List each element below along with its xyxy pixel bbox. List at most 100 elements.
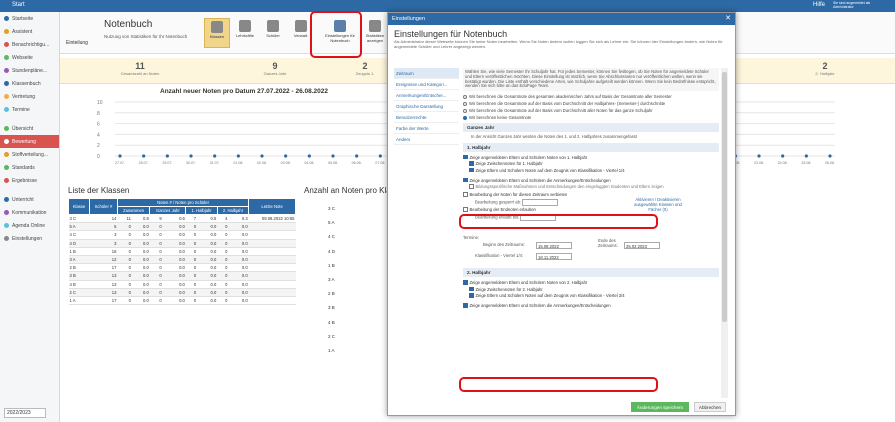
table-row[interactable]: 2 C 13 0 0.0 0 0.0 0 0.0 0 0.0 (68, 288, 296, 297)
table-row[interactable]: 3 C 14 11 0.8 9 0.6 7 0.5 4 0.3 09.08.2022 10:55 (68, 214, 296, 224)
table-cell: 0.0 (197, 230, 218, 240)
edit-lock-date-input[interactable] (522, 198, 559, 206)
table-row[interactable]: 2 B 17 0 0.0 0 0.0 0 0.0 0 0.0 (68, 263, 296, 273)
table-row[interactable]: 3 B 13 0 0.0 0 0.0 0 0.0 0 0.0 (68, 271, 296, 281)
table-row[interactable]: 1 A 17 0 0.0 0 0.0 0 0.0 0 0.0 (68, 296, 296, 306)
school-year-select[interactable]: 2022/2023 (4, 408, 46, 418)
table-cell (248, 271, 296, 281)
section-ganzes-jahr[interactable]: Ganzes Jahr (463, 123, 719, 133)
save-button[interactable]: Änderungen speichern (631, 402, 689, 412)
menu-icon (4, 42, 9, 47)
dialog-nav-item[interactable]: Anders (394, 134, 459, 145)
checkbox-zwischennoten-h1[interactable]: Zeige Zwischennoten für 1. Halbjahr (463, 161, 719, 166)
table-row[interactable]: 3 A 12 0 0.0 0 0.0 0 0.0 0 0.0 (68, 255, 296, 265)
sidebar-item[interactable]: Einstellungen (0, 232, 59, 245)
table-row[interactable]: 1 B 16 0 0.0 0 0.0 0 0.0 0 0.0 (68, 247, 296, 256)
checkbox-anmerkungen-h1[interactable]: Zeige angemeldeten Eltern und Schülern d… (463, 177, 719, 183)
table-cell: 0.0 (162, 239, 186, 248)
table-cell: 0.6 (162, 214, 186, 224)
sidebar-item[interactable]: Übersicht (0, 122, 59, 135)
highlight-checkbox-h1 (459, 214, 658, 229)
section-halbjahr-2[interactable]: 2. Halbjahr (463, 268, 719, 278)
sidebar-item[interactable]: Assistent (0, 25, 59, 38)
sidebar-item[interactable]: Bewertung (0, 135, 59, 148)
data-point (189, 154, 193, 158)
dialog-nav-item[interactable]: Ereignisse und Kategori... (394, 79, 459, 90)
dialog-nav-item[interactable]: Benutzerrechte (394, 112, 459, 123)
sidebar-item[interactable]: Vertretung (0, 90, 59, 103)
klassen-button[interactable]: Klassen (204, 18, 230, 48)
sidebar-item[interactable]: Agenda Online (0, 219, 59, 232)
checkbox-noten-h1[interactable]: Zeige angemeldeten Eltern und Schülern N… (463, 154, 719, 160)
sidebar-item[interactable]: Stoffverteilung... (0, 148, 59, 161)
class-label: 3 C (328, 206, 336, 211)
sidebar-item[interactable]: Unterricht (0, 193, 59, 206)
sidebar-item[interactable]: Stundenpläne... (0, 64, 59, 77)
table-cell: 0.0 (197, 296, 218, 306)
help-link[interactable]: Hilfe (813, 2, 825, 8)
table-cell: 0 (117, 296, 132, 306)
table-cell: 0.0 (228, 230, 249, 240)
lehrkraefte-button[interactable]: Lehrkräfte (232, 18, 258, 48)
table-cell: 09.08.2022 10:55 (248, 214, 296, 224)
table-cell: 0 (185, 296, 198, 306)
radio-option-3[interactable]: Wir berechnen die Gesamtnote auf der Bas… (463, 108, 719, 113)
table-cell: 0 (149, 230, 163, 240)
checkbox-zeugnis-h1[interactable]: Zeige Eltern und Schülern Noten auf dem … (463, 167, 719, 173)
table-cell: 0.0 (162, 280, 186, 289)
x-tick-label: 02.08. (257, 161, 267, 165)
sidebar-item[interactable]: Standards (0, 161, 59, 174)
table-cell: 0 (217, 222, 229, 232)
close-icon[interactable]: ✕ (725, 14, 731, 22)
cancel-button[interactable]: Abbrechen (694, 402, 726, 412)
radio-option-1[interactable]: Wir berechnen die Gesamtnote des gesamte… (463, 94, 719, 99)
table-row[interactable]: 4 D 3 0 0.0 0 0.0 0 0.0 0 0.0 (68, 239, 296, 248)
checkbox-noten-h2[interactable]: Zeige angemeldeten Eltern und Schülern N… (463, 280, 719, 285)
dialog-nav-item[interactable]: Zeitraum (394, 68, 459, 79)
dialog-nav-item[interactable]: Anmerkungen/Entschei... (394, 90, 459, 101)
table-cell (248, 255, 296, 265)
activate-classes-link[interactable]: Aktivieren / Deaktivieren ausgewählte Kl… (629, 198, 687, 213)
dialog-title: Einstellungen für Notenbuch (394, 29, 508, 39)
checkbox-massnahmen[interactable]: Bildungsspezifische Maßnahmen und Entsch… (463, 184, 719, 189)
statistiken-button[interactable]: Statistiken anzeigen (362, 18, 388, 48)
table-cell: 0.0 (197, 288, 218, 297)
table-cell (248, 230, 296, 240)
table-cell: 0 (217, 263, 229, 273)
table-row[interactable]: 4 B 13 0 0.0 0 0.0 0 0.0 0 0.0 (68, 280, 296, 289)
begin-date-input[interactable]: 15.08.2022 (536, 242, 572, 250)
sidebar-item[interactable]: Startseite (0, 12, 59, 25)
radio-option-2[interactable]: Wir berechnen die Gesamtnote auf der Bas… (463, 101, 719, 106)
sidebar-item[interactable]: Ergebnisse (0, 174, 59, 187)
table-cell: 2 B (68, 263, 90, 273)
table-cell: 0 (117, 247, 132, 256)
sidebar-item[interactable]: Benachrichtigu... (0, 38, 59, 51)
schueler-button[interactable]: Schüler (260, 18, 286, 48)
einteilung-dropdown[interactable]: Einteilung (66, 40, 88, 46)
checkbox-zwischennoten-h2[interactable]: Zeige Zwischennoten für 2. Halbjahr (463, 286, 719, 292)
table-cell: 0 (149, 239, 163, 248)
table-cell: 0 (149, 222, 163, 232)
table-row[interactable]: 5 A 5 0 0.0 0 0.0 0 0.0 0 0.0 (68, 222, 296, 232)
y-tick-label: 2 (97, 143, 100, 149)
dialog-nav-item[interactable]: Graphische Darstellung (394, 101, 459, 112)
user-info[interactable]: Sie sind angemeldet als Administrator (833, 1, 893, 9)
checkbox-zeugnis-h2[interactable]: Zeige Eltern und Schülern Noten auf dem … (463, 293, 719, 298)
dialog-scrollbar[interactable] (721, 68, 728, 398)
sidebar-item[interactable]: Webseite (0, 51, 59, 64)
table-cell: 4 C (68, 230, 90, 240)
class-label: 1 A (328, 348, 335, 353)
section-halbjahr-1[interactable]: 1. Halbjahr (463, 142, 719, 152)
data-point (355, 154, 359, 158)
sidebar-item[interactable]: Kommunikation (0, 206, 59, 219)
table-row[interactable]: 4 C 3 0 0.0 0 0.0 0 0.0 0 0.0 (68, 230, 296, 240)
klassifikation-date-input[interactable]: 18.11.2022 (536, 253, 572, 261)
sidebar-item[interactable]: Termine (0, 103, 59, 116)
end-date-input[interactable]: 25.02.2023 (624, 242, 660, 250)
data-point (284, 154, 288, 158)
sidebar-item[interactable]: Klassenbuch (0, 77, 59, 90)
checkbox-anmerkungen-h2[interactable]: Zeige angemeldeten Eltern und Schülern d… (463, 303, 719, 308)
dialog-nav-item[interactable]: Farbe der Werte (394, 123, 459, 134)
menu-icon (4, 126, 9, 131)
radio-option-4[interactable]: Wir berechnen keine Gesamtnote (463, 115, 719, 120)
